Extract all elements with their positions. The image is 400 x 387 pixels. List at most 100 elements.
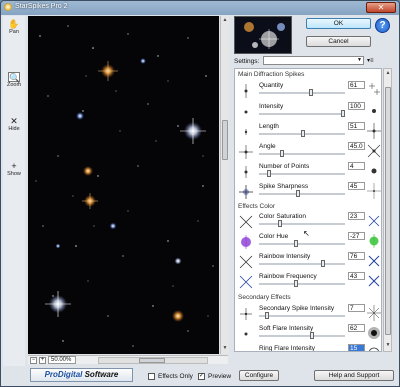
settings-dropdown[interactable]: ▼ xyxy=(263,56,364,65)
param-ring-flare: Ring Flare Intensity 15 xyxy=(235,344,381,351)
help-icon[interactable]: ? xyxy=(375,18,390,33)
preview-vertical-thumb[interactable] xyxy=(222,120,228,160)
angle-slider[interactable] xyxy=(259,153,345,155)
quantity-slider[interactable] xyxy=(259,92,345,94)
sharpness-field[interactable]: 45 xyxy=(348,182,365,190)
preview-vertical-scrollbar[interactable]: ▲ ▼ xyxy=(220,16,229,354)
sharpness-icon xyxy=(237,184,255,200)
show-label: Show xyxy=(7,171,21,177)
ring-flare-low-icon xyxy=(237,346,255,351)
preview-horizontal-scrollbar[interactable] xyxy=(98,357,208,364)
help-and-support-button[interactable]: Help and Support xyxy=(314,370,394,381)
quantity-icon xyxy=(237,83,255,99)
show-tool[interactable]: + Show xyxy=(3,161,25,177)
param-number-of-points: Number of Points 4 xyxy=(235,162,381,182)
sharpness-slider-thumb[interactable] xyxy=(295,190,300,197)
param-angle: Angle 45.0 xyxy=(235,142,381,162)
rainbow-frequency-field[interactable]: 43 xyxy=(348,272,365,280)
intensity-slider[interactable] xyxy=(259,113,345,115)
points-label: Number of Points xyxy=(259,163,310,170)
plus-icon: + xyxy=(11,161,17,171)
param-quantity: Quantity 61 xyxy=(235,81,381,101)
parameters-panel: Main Diffraction Spikes Quantity 61 Inte… xyxy=(234,68,382,352)
intensity-field[interactable]: 100 xyxy=(348,102,365,110)
panel-scroll-up-icon[interactable]: ▲ xyxy=(384,70,392,78)
angle-field[interactable]: 45.0 xyxy=(348,142,365,150)
soft-flare-slider[interactable] xyxy=(259,335,345,337)
logo-soft-text: Software xyxy=(82,370,119,379)
close-button[interactable]: ✕ xyxy=(366,2,396,13)
hue-slider[interactable] xyxy=(259,243,345,245)
frequency-low-icon xyxy=(237,274,255,290)
hue-green-icon xyxy=(369,234,379,248)
settings-menu-icon[interactable]: ▾≡ xyxy=(367,57,374,64)
points-slider-thumb[interactable] xyxy=(267,170,272,177)
points-icon xyxy=(237,164,255,180)
angle-slider-thumb[interactable] xyxy=(279,150,284,157)
length-slider-thumb[interactable] xyxy=(300,130,305,137)
zoom-tool[interactable]: 🔍 Zoom xyxy=(3,72,25,88)
length-label: Length xyxy=(259,123,279,130)
scroll-down-arrow-icon[interactable]: ▼ xyxy=(221,345,229,353)
saturation-slider-thumb[interactable] xyxy=(277,220,282,227)
preview-horizontal-thumb[interactable] xyxy=(139,358,165,363)
intensity-slider-thumb[interactable] xyxy=(341,110,345,117)
hue-field[interactable]: -27 xyxy=(348,232,365,240)
title-bar: StarSpikes Pro 2 xyxy=(1,1,399,14)
ring-flare-field[interactable]: 15 xyxy=(348,344,365,351)
length-field[interactable]: 51 xyxy=(348,122,365,130)
panel-scroll-down-icon[interactable]: ▼ xyxy=(384,342,392,350)
pan-label: Pan xyxy=(9,29,19,35)
mouse-cursor-icon: ↖ xyxy=(303,229,310,238)
saturation-field[interactable]: 23 xyxy=(348,212,365,220)
zoom-out-button[interactable]: − xyxy=(30,357,37,364)
quantity-slider-thumb[interactable] xyxy=(309,89,314,96)
ok-button[interactable]: OK xyxy=(306,18,371,29)
effects-only-checkbox[interactable] xyxy=(148,373,155,380)
saturation-slider[interactable] xyxy=(259,223,345,225)
secondary-spike-slider[interactable] xyxy=(259,315,345,317)
points-field[interactable]: 4 xyxy=(348,162,365,170)
section-effects-color: Effects Color xyxy=(238,203,276,210)
scroll-up-arrow-icon[interactable]: ▲ xyxy=(221,17,229,25)
zoom-in-button[interactable]: + xyxy=(39,357,46,364)
parameters-scroll-thumb[interactable] xyxy=(385,87,391,335)
cancel-button[interactable]: Cancel xyxy=(306,36,371,47)
quantity-label: Quantity xyxy=(259,82,284,89)
quantity-stars-icon xyxy=(369,83,380,95)
settings-label: Settings: xyxy=(234,58,260,65)
soft-flare-label: Soft Flare Intensity xyxy=(259,325,314,332)
soft-flare-slider-thumb[interactable] xyxy=(309,332,314,339)
preview-checkbox[interactable]: ✓ xyxy=(198,373,205,380)
zoom-level-field[interactable]: 50.00% xyxy=(48,356,76,364)
param-soft-flare: Soft Flare Intensity 62 xyxy=(235,324,381,344)
thumbnail-image xyxy=(244,22,285,49)
window: StarSpikes Pro 2 ✕ ✋ Pan 🔍 Zoom ✕ Hide +… xyxy=(0,0,400,387)
rainbow-intensity-slider[interactable] xyxy=(259,263,345,265)
hide-tool[interactable]: ✕ Hide xyxy=(3,116,25,132)
hide-label: Hide xyxy=(8,126,20,132)
angle-icon xyxy=(237,144,255,160)
rainbow-intensity-slider-thumb[interactable] xyxy=(321,260,326,267)
param-length: Length 51 xyxy=(235,122,381,142)
configure-button[interactable]: Configure xyxy=(239,370,279,381)
sharpness-slider[interactable] xyxy=(259,193,345,195)
rainbow-frequency-slider[interactable] xyxy=(259,283,345,285)
rainbow-intensity-field[interactable]: 76 xyxy=(348,252,365,260)
navigator-thumbnail[interactable] xyxy=(234,16,292,54)
soft-flare-field[interactable]: 62 xyxy=(348,324,365,332)
points-slider[interactable] xyxy=(259,173,345,175)
soft-flare-high-icon xyxy=(368,327,380,339)
quantity-field[interactable]: 61 xyxy=(348,81,365,89)
hue-purple-icon xyxy=(237,234,255,250)
image-preview[interactable] xyxy=(28,16,219,354)
intensity-label: Intensity xyxy=(259,103,284,110)
secondary-spike-low-icon xyxy=(237,306,255,322)
pan-tool[interactable]: ✋ Pan xyxy=(3,19,25,35)
intensity-high-icon xyxy=(372,109,376,113)
secondary-spike-slider-thumb[interactable] xyxy=(264,312,269,319)
secondary-spike-field[interactable]: 7 xyxy=(348,304,365,312)
parameters-scrollbar[interactable]: ▲ ▼ xyxy=(383,68,392,352)
rainbow-frequency-slider-thumb[interactable] xyxy=(294,280,299,287)
hue-slider-thumb[interactable] xyxy=(294,240,299,247)
